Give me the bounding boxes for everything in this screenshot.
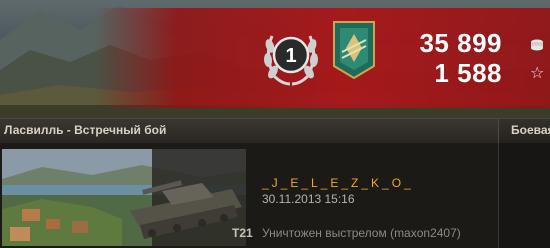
- tab-battle[interactable]: Боевая: [498, 119, 550, 143]
- map-mode-title: Ласвилль - Встречный бой: [4, 123, 167, 137]
- battle-date: 30.11.2013 15:16: [262, 192, 355, 206]
- currency-panel: 35 899 1 588: [419, 28, 526, 88]
- battle-list-header: Ласвилль - Встречный бой Боевая: [0, 118, 550, 144]
- tab-battle-label: Боевая: [511, 123, 550, 137]
- tank-name: T21: [232, 226, 253, 240]
- achievement-medal-icon: [333, 21, 375, 80]
- player-name[interactable]: _J_E_L_E_Z_K_O_: [262, 176, 414, 190]
- laurel-rank-badge: 1: [263, 35, 319, 86]
- rank-number: 1: [285, 45, 296, 67]
- free-xp-star-icon: ☆: [530, 65, 545, 82]
- silver-amount: 35 899: [419, 28, 502, 58]
- map-thumbnail: [2, 149, 246, 246]
- silver-coins-icon: [531, 39, 543, 51]
- right-panel: [499, 143, 550, 248]
- top-banner: 1 35 899 1 588 ☆: [0, 0, 550, 120]
- free-xp-amount: 1 588: [434, 58, 502, 88]
- battle-result: Уничтожен выстрелом (maxon2407): [262, 226, 461, 240]
